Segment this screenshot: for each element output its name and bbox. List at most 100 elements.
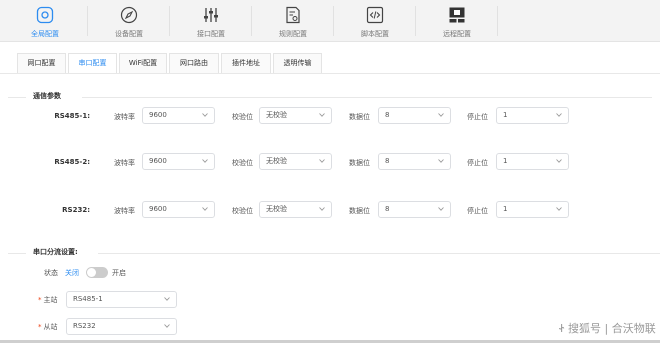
rs232-parity-select[interactable]: 无校验 — [259, 201, 332, 218]
rs485-2-stopbits-select[interactable]: 1 — [496, 153, 569, 170]
rs485-2-databits-select[interactable]: 8 — [378, 153, 451, 170]
chevron-down-icon — [438, 159, 444, 163]
chevron-down-icon — [438, 207, 444, 211]
nav-item-interface-config[interactable]: 接口配置 — [169, 0, 253, 42]
slave-label: * 从站 — [38, 322, 58, 332]
select-value: 无校验 — [266, 157, 287, 165]
select-value: 9600 — [149, 157, 167, 165]
tab-wifi-config[interactable]: WiFi配置 — [119, 53, 167, 73]
rs485-1-databits-select[interactable]: 8 — [378, 107, 451, 124]
watermark: Ꮠ 搜狐号 | 合沃物联 — [559, 322, 656, 335]
select-value: 无校验 — [266, 111, 287, 119]
nav-item-global-config[interactable]: 全局配置 — [3, 0, 87, 42]
select-value: 1 — [503, 157, 508, 165]
databits-label: 数据位 — [349, 113, 370, 121]
master-station-select[interactable]: RS485-1 — [66, 291, 177, 308]
select-value: RS485-1 — [73, 295, 103, 303]
toggle-knob — [87, 268, 96, 277]
nav-label: 全局配置 — [31, 30, 59, 38]
nav-item-device-config[interactable]: 设备配置 — [87, 0, 171, 42]
gear-icon — [36, 6, 54, 24]
rs485-2-baud-select[interactable]: 9600 — [142, 153, 215, 170]
chevron-down-icon — [438, 113, 444, 117]
chevron-down-icon — [164, 297, 170, 301]
select-value: 1 — [503, 205, 508, 213]
stopbits-label: 停止位 — [467, 207, 488, 215]
toggle-off-label: 关闭 — [65, 269, 79, 277]
chevron-down-icon — [556, 207, 562, 211]
nav-label: 远程配置 — [443, 30, 471, 38]
nav-label: 规则配置 — [279, 30, 307, 38]
chevron-down-icon — [202, 113, 208, 117]
section-divider — [8, 97, 26, 98]
parity-label: 校验位 — [232, 159, 253, 167]
rs485-1-baud-select[interactable]: 9600 — [142, 107, 215, 124]
sliders-icon — [204, 8, 218, 22]
nav-item-script-config[interactable]: 脚本配置 — [333, 0, 417, 42]
chevron-down-icon — [164, 324, 170, 328]
parity-label: 校验位 — [232, 207, 253, 215]
tabs-divider — [0, 73, 660, 74]
chevron-down-icon — [202, 159, 208, 163]
stopbits-label: 停止位 — [467, 159, 488, 167]
chevron-down-icon — [319, 207, 325, 211]
slave-station-select[interactable]: RS232 — [66, 318, 177, 335]
section-divider — [8, 253, 26, 254]
rs485-1-parity-select[interactable]: 无校验 — [259, 107, 332, 124]
section-divider — [82, 97, 652, 98]
rs232-label: RS232: — [62, 206, 90, 214]
baud-label: 波特率 — [114, 113, 135, 121]
top-nav: 全局配置 设备配置 接口配置 规则配置 脚本配置 远程配置 — [0, 0, 660, 42]
tab-serial-config[interactable]: 串口配置 — [68, 53, 117, 74]
select-value: 1 — [503, 111, 508, 119]
select-value: 8 — [385, 111, 390, 119]
baud-label: 波特率 — [114, 159, 135, 167]
select-value: 9600 — [149, 111, 167, 119]
chevron-down-icon — [202, 207, 208, 211]
chevron-down-icon — [556, 159, 562, 163]
select-value: RS232 — [73, 322, 96, 330]
select-value: 8 — [385, 157, 390, 165]
nav-item-rule-config[interactable]: 规则配置 — [251, 0, 335, 42]
stopbits-label: 停止位 — [467, 113, 488, 121]
tab-ethernet-route[interactable]: 网口路由 — [169, 53, 219, 73]
databits-label: 数据位 — [349, 159, 370, 167]
status-label: 状态 — [44, 269, 58, 277]
comm-params-title: 通信参数 — [33, 92, 61, 100]
parity-label: 校验位 — [232, 113, 253, 121]
remote-monitor-icon — [449, 7, 465, 23]
doc-settings-icon — [286, 6, 300, 24]
chevron-down-icon — [556, 113, 562, 117]
code-icon — [366, 6, 384, 24]
databits-label: 数据位 — [349, 207, 370, 215]
tab-transparent-transfer[interactable]: 透明传输 — [273, 53, 322, 73]
rs485-2-parity-select[interactable]: 无校验 — [259, 153, 332, 170]
compass-icon — [120, 6, 138, 24]
select-value: 8 — [385, 205, 390, 213]
nav-divider — [497, 6, 498, 36]
rs232-stopbits-select[interactable]: 1 — [496, 201, 569, 218]
master-label: * 主站 — [38, 295, 58, 305]
select-value: 无校验 — [266, 205, 287, 213]
nav-label: 设备配置 — [115, 30, 143, 38]
tab-plugin-address[interactable]: 插件地址 — [221, 53, 271, 73]
rs232-baud-select[interactable]: 9600 — [142, 201, 215, 218]
toggle-on-label: 开启 — [112, 269, 126, 277]
baud-label: 波特率 — [114, 207, 135, 215]
split-toggle-switch[interactable] — [86, 267, 108, 278]
nav-item-remote-config[interactable]: 远程配置 — [415, 0, 499, 42]
rs485-1-label: RS485-1: — [54, 112, 90, 120]
split-settings-title: 串口分流设置: — [33, 248, 78, 256]
chevron-down-icon — [319, 113, 325, 117]
required-mark: * — [38, 296, 42, 304]
chevron-down-icon — [319, 159, 325, 163]
nav-label: 接口配置 — [197, 30, 225, 38]
slave-label-text: 从站 — [43, 323, 58, 331]
master-label-text: 主站 — [43, 296, 58, 304]
tab-ethernet-config[interactable]: 网口配置 — [17, 53, 66, 73]
rs485-1-stopbits-select[interactable]: 1 — [496, 107, 569, 124]
nav-label: 脚本配置 — [361, 30, 389, 38]
rs232-databits-select[interactable]: 8 — [378, 201, 451, 218]
select-value: 9600 — [149, 205, 167, 213]
rs485-2-label: RS485-2: — [54, 158, 90, 166]
